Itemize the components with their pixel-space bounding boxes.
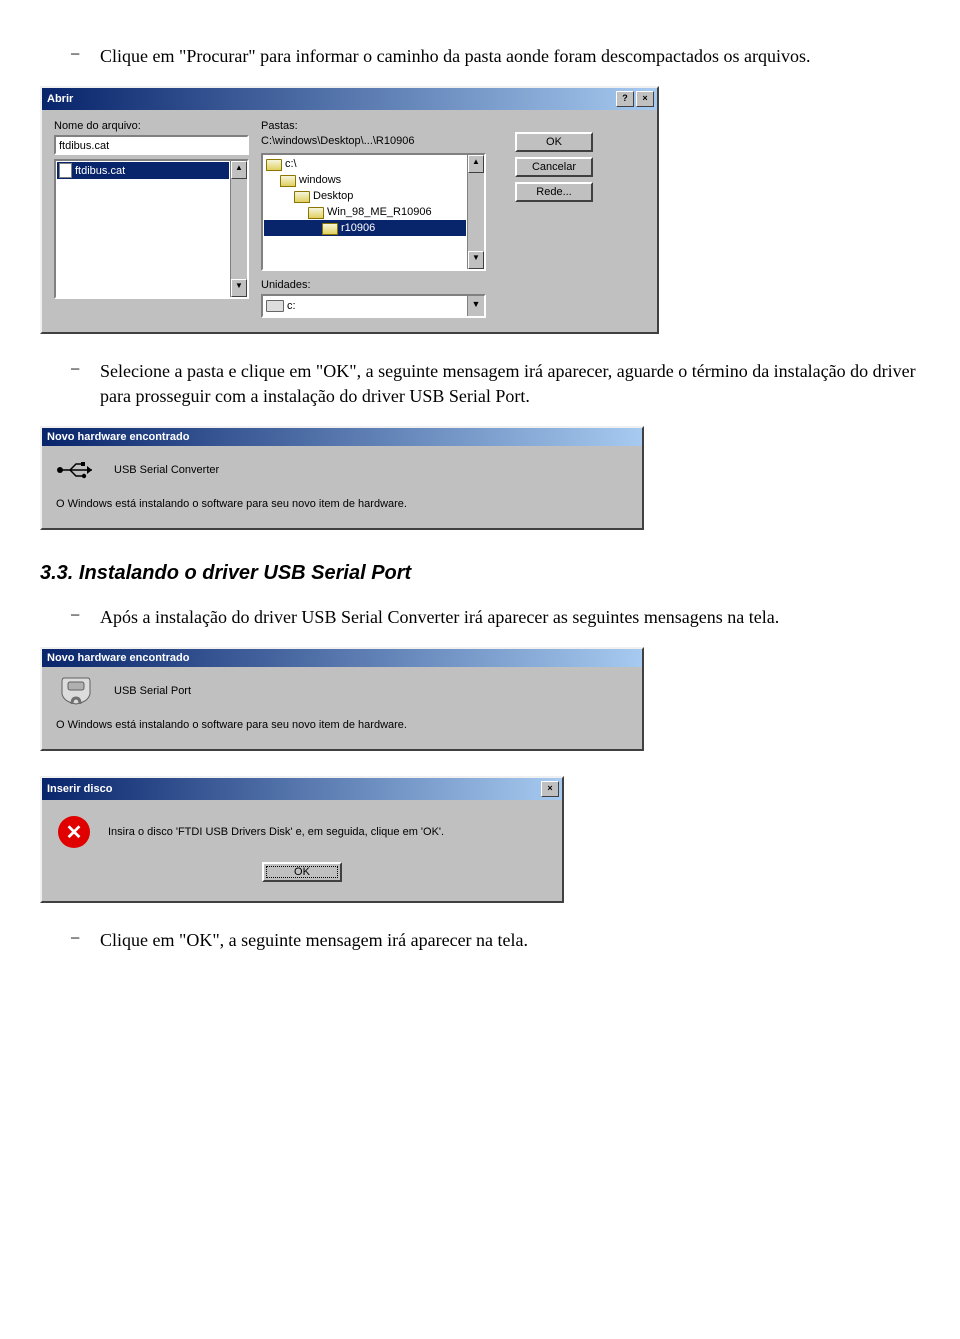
folder-label: r10906 <box>341 220 375 236</box>
ok-button[interactable]: OK <box>515 132 593 152</box>
folder-icon <box>294 191 310 203</box>
folder-tree-item[interactable]: Win_98_ME_R10906 <box>264 204 466 220</box>
file-icon <box>59 163 72 178</box>
bullet-text: Após a instalação do driver USB Serial C… <box>100 605 920 629</box>
filename-value: ftdibus.cat <box>59 140 109 152</box>
folder-label: Desktop <box>313 188 353 204</box>
cancel-button[interactable]: Cancelar <box>515 157 593 177</box>
drive-value: c: <box>287 300 296 312</box>
dialog-titlebar: Novo hardware encontrado <box>42 649 642 667</box>
folder-icon <box>266 159 282 171</box>
folder-icon <box>280 175 296 187</box>
dialog-titlebar: Novo hardware encontrado <box>42 428 642 446</box>
network-button[interactable]: Rede... <box>515 182 593 202</box>
bullet-item: − Clique em "Procurar" para informar o c… <box>70 44 920 68</box>
file-list-item[interactable]: ftdibus.cat <box>57 162 229 179</box>
folder-tree-item[interactable]: windows <box>264 172 466 188</box>
scroll-up-button[interactable]: ▲ <box>231 161 247 179</box>
usb-icon <box>56 458 96 482</box>
file-listbox[interactable]: ftdibus.cat ▲ ▼ <box>54 159 249 299</box>
folder-label: windows <box>299 172 341 188</box>
dialog-title: Inserir disco <box>47 783 112 795</box>
help-button[interactable]: ? <box>616 91 634 107</box>
drives-dropdown[interactable]: c: ▼ <box>261 294 486 318</box>
device-name: USB Serial Port <box>114 685 191 697</box>
folder-icon <box>308 207 324 219</box>
bullet-text: Clique em "Procurar" para informar o cam… <box>100 44 920 68</box>
bullet-text: Clique em "OK", a seguinte mensagem irá … <box>100 928 920 952</box>
folder-icon <box>322 223 338 235</box>
bullet-item: − Clique em "OK", a seguinte mensagem ir… <box>70 928 920 952</box>
dialog-title: Novo hardware encontrado <box>47 652 189 664</box>
bullet-item: − Após a instalação do driver USB Serial… <box>70 605 920 629</box>
drive-icon <box>266 300 284 312</box>
folder-tree-item[interactable]: c:\ <box>264 156 466 172</box>
filename-input[interactable]: ftdibus.cat <box>54 135 249 155</box>
device-name: USB Serial Converter <box>114 464 219 476</box>
new-hardware-dialog: Novo hardware encontrado USB Serial Conv… <box>40 426 644 530</box>
close-button[interactable]: × <box>636 91 654 107</box>
folder-tree[interactable]: c:\windowsDesktopWin_98_ME_R10906r10906 … <box>261 153 486 271</box>
section-heading: 3.3. Instalando o driver USB Serial Port <box>40 562 920 585</box>
insert-disk-dialog: Inserir disco × ✕ Insira o disco 'FTDI U… <box>40 776 564 903</box>
file-item-label: ftdibus.cat <box>75 165 125 177</box>
folders-label: Pastas: <box>261 120 486 132</box>
bullet-dash: − <box>70 605 100 629</box>
tree-scrollbar[interactable]: ▲ ▼ <box>467 155 484 269</box>
scroll-down-button[interactable]: ▼ <box>231 279 247 297</box>
chevron-down-icon: ▼ <box>467 296 484 316</box>
bullet-dash: − <box>70 44 100 68</box>
folder-label: Win_98_ME_R10906 <box>327 204 432 220</box>
current-path: C:\windows\Desktop\...\R10906 <box>261 135 486 147</box>
serial-port-icon <box>56 679 96 703</box>
ok-button[interactable]: OK <box>262 862 342 882</box>
open-dialog: Abrir ? × Nome do arquivo: ftdibus.cat f… <box>40 86 659 334</box>
error-icon: ✕ <box>58 816 90 848</box>
folder-label: c:\ <box>285 156 297 172</box>
listbox-scrollbar[interactable]: ▲ ▼ <box>230 161 247 297</box>
bullet-dash: − <box>70 359 100 408</box>
filename-label: Nome do arquivo: <box>54 120 249 132</box>
dialog-titlebar: Inserir disco × <box>42 778 562 800</box>
insert-disk-message: Insira o disco 'FTDI USB Drivers Disk' e… <box>108 826 444 838</box>
open-dialog-titlebar: Abrir ? × <box>42 88 657 110</box>
close-button[interactable]: × <box>541 781 559 797</box>
bullet-dash: − <box>70 928 100 952</box>
scroll-up-button[interactable]: ▲ <box>468 155 484 173</box>
install-message: O Windows está instalando o software par… <box>56 719 630 731</box>
dialog-title: Novo hardware encontrado <box>47 431 189 443</box>
bullet-text: Selecione a pasta e clique em "OK", a se… <box>100 359 920 408</box>
new-hardware-dialog: Novo hardware encontrado USB Serial Port… <box>40 647 644 751</box>
folder-tree-item[interactable]: r10906 <box>264 220 466 236</box>
bullet-item: − Selecione a pasta e clique em "OK", a … <box>70 359 920 408</box>
install-message: O Windows está instalando o software par… <box>56 498 630 510</box>
open-dialog-title: Abrir <box>47 93 73 105</box>
drives-label: Unidades: <box>261 279 486 291</box>
scroll-down-button[interactable]: ▼ <box>468 251 484 269</box>
folder-tree-item[interactable]: Desktop <box>264 188 466 204</box>
